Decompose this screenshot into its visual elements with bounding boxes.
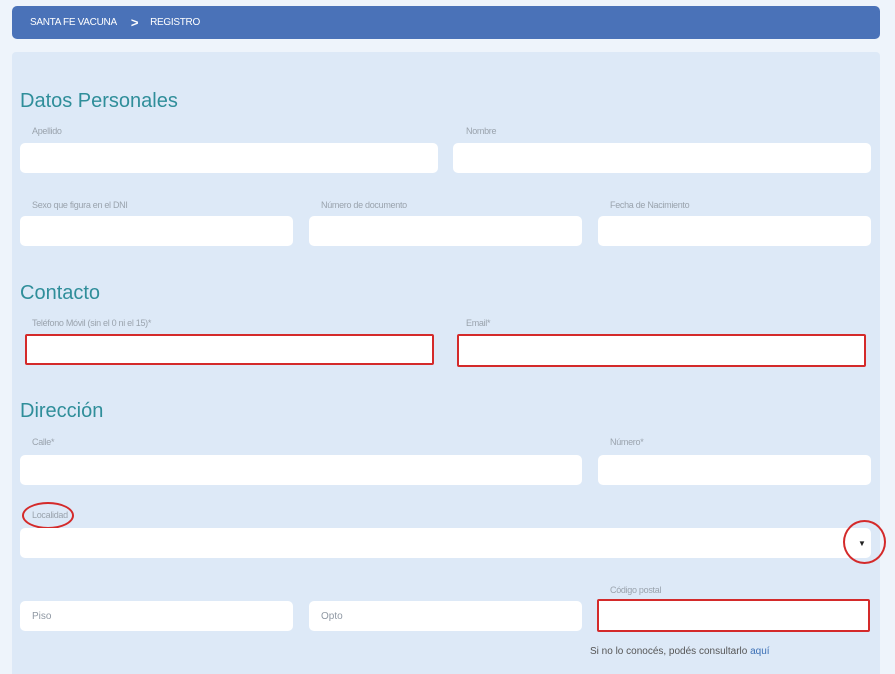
localidad-select[interactable] — [20, 528, 871, 558]
hint-text: Si no lo conocés, podés consultarlo — [590, 646, 751, 657]
nacimiento-input[interactable] — [598, 216, 871, 246]
numero-label: Número* — [610, 437, 644, 447]
section-title-direccion: Dirección — [20, 400, 104, 422]
codigo-postal-hint: Si no lo conocés, podés consultarlo aquí — [590, 646, 770, 657]
calle-label: Calle* — [32, 437, 55, 447]
nombre-input[interactable] — [453, 143, 871, 173]
telefono-label: Teléfono Móvil (sin el 0 ni el 15)* — [32, 318, 152, 328]
opto-input[interactable] — [309, 601, 582, 631]
email-input[interactable] — [457, 334, 866, 367]
chevron-right-icon: > — [130, 15, 139, 30]
codigo-postal-input[interactable] — [597, 599, 870, 632]
numero-input[interactable] — [598, 455, 871, 485]
breadcrumb-current: REGISTRO — [150, 17, 200, 28]
sexo-select[interactable] — [20, 216, 293, 246]
breadcrumb: SANTA FE VACUNA > REGISTRO — [12, 6, 880, 39]
breadcrumb-home-link[interactable]: SANTA FE VACUNA — [30, 17, 117, 28]
sexo-label: Sexo que figura en el DNI — [32, 200, 128, 210]
caret-down-icon[interactable]: ▼ — [858, 539, 866, 548]
consultar-link[interactable]: aquí — [750, 646, 769, 657]
piso-input[interactable] — [20, 601, 293, 631]
codigo-postal-label: Código postal — [610, 585, 662, 595]
documento-label: Número de documento — [321, 200, 407, 210]
email-label: Email* — [466, 318, 491, 328]
documento-input[interactable] — [309, 216, 582, 246]
apellido-label: Apellido — [32, 126, 62, 136]
localidad-highlight-oval — [22, 502, 74, 529]
telefono-input[interactable] — [25, 334, 434, 365]
nombre-label: Nombre — [466, 126, 497, 136]
section-title-contacto: Contacto — [20, 282, 101, 304]
calle-input[interactable] — [20, 455, 582, 485]
section-title-personal: Datos Personales — [20, 90, 178, 112]
nacimiento-label: Fecha de Nacimiento — [610, 200, 690, 210]
apellido-input[interactable] — [20, 143, 438, 173]
